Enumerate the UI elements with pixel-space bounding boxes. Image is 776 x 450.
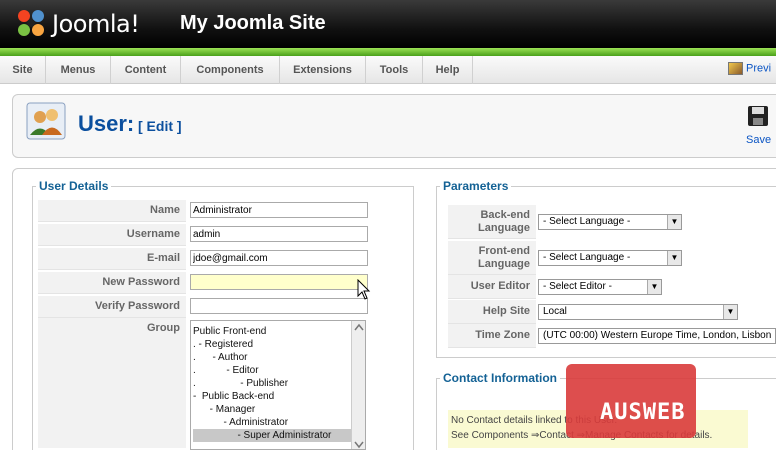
email-row: E-mail	[38, 248, 368, 270]
contact-legend: Contact Information	[440, 371, 560, 385]
group-option[interactable]: . - Registered	[193, 338, 351, 351]
chevron-down-icon: ▼	[647, 280, 661, 294]
email-label: E-mail	[38, 248, 186, 270]
new-password-row: New Password	[38, 272, 368, 294]
user-editor-select[interactable]: - Select Editor - ▼	[538, 279, 662, 295]
frontend-language-select[interactable]: - Select Language - ▼	[538, 250, 682, 266]
time-zone-label: Time Zone	[448, 324, 536, 348]
joomla-logo-icon	[18, 10, 44, 36]
save-label[interactable]: Save	[746, 134, 771, 146]
verify-password-label: Verify Password	[38, 296, 186, 318]
new-password-label: New Password	[38, 272, 186, 294]
logo-wordmark: Joomla!	[52, 10, 140, 38]
group-listbox[interactable]: Public Front-end . - Registered . - Auth…	[190, 320, 366, 450]
backend-language-label: Back-end Language	[448, 205, 536, 239]
user-manager-icon	[26, 102, 66, 140]
group-listbox-scrollbar[interactable]	[351, 321, 365, 449]
backend-language-value: - Select Language -	[543, 216, 631, 227]
frontend-language-value: - Select Language -	[543, 252, 631, 263]
verify-password-field[interactable]	[190, 298, 368, 314]
floppy-disk-icon	[748, 106, 768, 126]
frontend-language-label: Front-end Language	[448, 241, 536, 275]
menu-extensions[interactable]: Extensions	[280, 56, 366, 84]
group-option[interactable]: . - Editor	[193, 364, 351, 377]
username-field[interactable]	[190, 226, 368, 242]
user-editor-label: User Editor	[448, 275, 536, 299]
name-field[interactable]	[190, 202, 368, 218]
chevron-down-icon: ▼	[667, 251, 681, 265]
help-site-label: Help Site	[448, 300, 536, 324]
menu-site[interactable]: Site	[0, 56, 46, 84]
user-editor-value: - Select Editor -	[543, 281, 612, 292]
chevron-down-icon: ▼	[667, 215, 681, 229]
menu-menus[interactable]: Menus	[46, 56, 111, 84]
group-option[interactable]: - Administrator	[193, 416, 351, 429]
page-title: User:	[78, 111, 135, 136]
page-subtitle: [ Edit ]	[138, 118, 182, 134]
menu-help[interactable]: Help	[423, 56, 473, 84]
user-editor-row: User Editor - Select Editor - ▼	[448, 275, 776, 299]
preview-link[interactable]: Previ	[728, 62, 771, 75]
frontend-language-row: Front-end Language - Select Language - ▼	[448, 241, 776, 275]
preview-icon	[728, 62, 743, 75]
backend-language-select[interactable]: - Select Language - ▼	[538, 214, 682, 230]
group-option[interactable]: . - Publisher	[193, 377, 351, 390]
ausweb-watermark-text: AUSWEB	[600, 400, 686, 425]
parameters-legend: Parameters	[440, 179, 512, 193]
help-site-value: Local	[543, 306, 567, 317]
joomla-logo: Joomla!	[14, 6, 164, 40]
verify-password-row: Verify Password	[38, 296, 368, 318]
menu-tools[interactable]: Tools	[366, 56, 423, 84]
group-label: Group	[38, 318, 186, 448]
group-option-selected[interactable]: - Super Administrator	[193, 429, 351, 442]
username-label: Username	[38, 224, 186, 246]
time-zone-select[interactable]: (UTC 00:00) Western Europe Time, London,…	[538, 328, 776, 344]
admin-header: Joomla! My Joomla Site	[0, 0, 776, 48]
group-option[interactable]: . - Author	[193, 351, 351, 364]
main-menu-bar: Site Menus Content Components Extensions…	[0, 56, 776, 84]
menu-content[interactable]: Content	[111, 56, 181, 84]
user-details-legend: User Details	[36, 179, 112, 193]
time-zone-value: (UTC 00:00) Western Europe Time, London,…	[543, 330, 772, 341]
chevron-down-icon: ▼	[723, 305, 737, 319]
preview-label: Previ	[746, 62, 772, 75]
header-accent-strip	[0, 48, 776, 56]
help-site-select[interactable]: Local ▼	[538, 304, 738, 320]
email-field[interactable]	[190, 250, 368, 266]
backend-language-row: Back-end Language - Select Language - ▼	[448, 205, 776, 239]
menu-components[interactable]: Components	[181, 56, 280, 84]
username-row: Username	[38, 224, 368, 246]
name-row: Name	[38, 200, 368, 222]
time-zone-row: Time Zone (UTC 00:00) Western Europe Tim…	[448, 324, 776, 348]
new-password-field[interactable]	[190, 274, 368, 290]
name-label: Name	[38, 200, 186, 222]
help-site-row: Help Site Local ▼	[448, 300, 776, 324]
group-option[interactable]: Public Front-end	[193, 325, 351, 338]
group-option[interactable]: - Public Back-end	[193, 390, 351, 403]
site-title: My Joomla Site	[180, 12, 326, 34]
group-option[interactable]: - Manager	[193, 403, 351, 416]
